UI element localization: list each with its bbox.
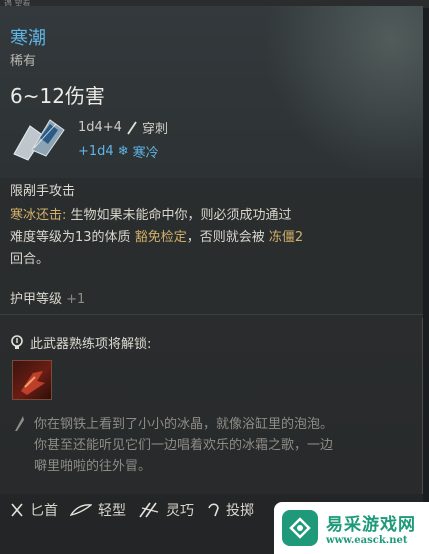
trait-label: 匕首: [30, 503, 58, 519]
proficiency-skill-icon[interactable]: [12, 360, 52, 400]
ability-text: 生物如果未能命中你，则必须成功通过: [66, 208, 292, 223]
dagger-icon: [11, 503, 23, 517]
watermark-logo: 易采游戏网 www.easck.net: [274, 502, 429, 554]
proficiency-unlock: 此武器熟练项将解锁:: [10, 333, 151, 352]
ac-label: 护甲等级: [10, 292, 63, 307]
watermark-logo-icon: [282, 510, 318, 546]
flavor-line: 你甚至还能听见它们一边唱着欢乐的冰霜之歌，一边: [34, 438, 334, 453]
damage-roll-physical: 1d4+4 穿刺: [78, 118, 168, 137]
attack-restriction: 限剐手攻击: [10, 184, 76, 199]
status-link[interactable]: 冻僵2: [269, 230, 303, 245]
item-rarity: 稀有: [10, 54, 37, 69]
damage-type: 穿刺: [141, 122, 168, 137]
ability-name[interactable]: 寒冰还击:: [10, 208, 66, 223]
ability-text: 回合。: [10, 252, 50, 267]
damage-range: 6~12伤害: [10, 84, 105, 108]
damage-type: 寒冷: [132, 146, 159, 161]
ice-dagger-icon: [13, 119, 65, 161]
watermark-name: 易采游戏网: [326, 515, 416, 535]
finesse-icon: [139, 502, 159, 518]
thrown-icon: [208, 503, 219, 517]
ac-value: +1: [66, 292, 86, 307]
flavor-line: 你在钢铁上看到了小小的冰晶，就像浴缸里的泡泡。: [34, 417, 334, 432]
item-name: 寒潮: [10, 28, 46, 49]
trait-label: 灵巧: [166, 503, 194, 519]
proficiency-skill-art: [21, 371, 45, 395]
damage-roll-cold: +1d4 ❄ 寒冷: [78, 142, 159, 161]
trait-light[interactable]: 轻型: [70, 500, 126, 520]
ability-text: 难度等级为13的体质: [10, 230, 135, 245]
weapon-traits: 匕首 轻型 灵巧 投掷: [10, 500, 254, 520]
watermark-texts: 易采游戏网 www.easck.net: [326, 510, 416, 546]
trait-thrown[interactable]: 投掷: [206, 500, 254, 520]
quill-icon: [15, 416, 24, 431]
proficiency-label: 此武器熟练项将解锁:: [30, 337, 152, 352]
damage-dice: +1d4: [78, 144, 114, 159]
saving-throw-link[interactable]: 豁免检定: [135, 230, 187, 245]
trait-finesse[interactable]: 灵巧: [138, 500, 194, 520]
watermark-url: www.easck.net: [326, 535, 408, 546]
flavor-text: 你在钢铁上看到了小小的冰晶，就像浴缸里的泡泡。 你甚至还能听见它们一边唱着欢乐的…: [34, 414, 409, 477]
pierce-icon: [127, 121, 137, 134]
ability-description: 寒冰还击: 生物如果未能命中你，则必须成功通过 难度等级为13的体质 豁免检定，…: [10, 205, 410, 271]
damage-dice: 1d4+4: [78, 120, 122, 135]
section-divider: [0, 314, 423, 315]
bulb-icon: [11, 334, 23, 349]
weapon-art-glow: [263, 6, 423, 178]
feather-icon: [70, 504, 92, 516]
trait-label: 投掷: [226, 503, 254, 519]
ability-text: ，否则就会被: [186, 230, 269, 245]
armor-class-bonus: 护甲等级 +1: [10, 288, 85, 307]
trait-label: 轻型: [98, 503, 126, 519]
cold-icon: ❄: [117, 144, 129, 159]
tooltip-header: 寒潮 稀有 6~12伤害 1d4+4 穿刺 +1d4 ❄ 寒冷: [0, 6, 423, 178]
flavor-line: 噼里啪啦的往外冒。: [34, 459, 152, 474]
trait-dagger[interactable]: 匕首: [10, 500, 58, 520]
